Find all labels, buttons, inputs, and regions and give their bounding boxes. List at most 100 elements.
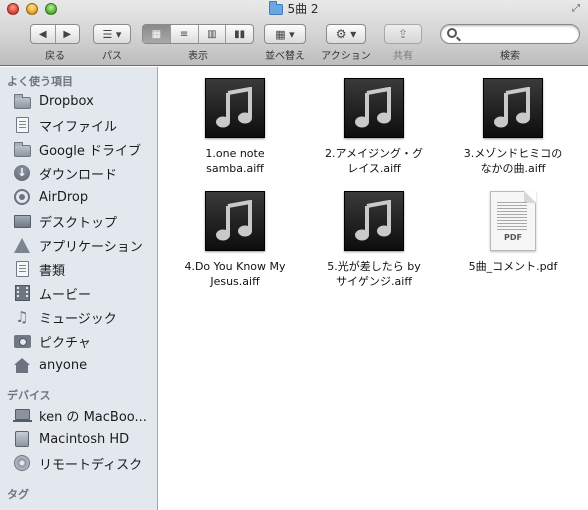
sidebar-item-label: Macintosh HD: [39, 431, 130, 447]
folder-icon: [13, 141, 31, 157]
file-name: 4.Do You Know My Jesus.aiff: [184, 260, 286, 288]
sidebar-item-airdrop[interactable]: AirDrop: [13, 186, 153, 208]
file-item[interactable]: 3.メゾンドヒミコの なかの曲.aiff: [448, 78, 578, 176]
file-name: 2.アメイジング・グ レイス.aiff: [325, 147, 423, 175]
sidebar-item-label: anyone: [39, 357, 88, 373]
list-icon: ≡: [179, 28, 189, 40]
pdf-badge: PDF: [504, 233, 522, 242]
file-item[interactable]: 4.Do You Know My Jesus.aiff: [170, 191, 300, 289]
file-item[interactable]: 5.光が差したら by サイゲンジ.aiff: [309, 191, 439, 289]
sidebar-item-label: デスクトップ: [39, 215, 118, 231]
share-icon: ⇪: [397, 27, 409, 41]
action-label: アクション: [321, 51, 371, 62]
laptop-icon: [13, 407, 32, 423]
icon-view-button[interactable]: ▦: [143, 25, 171, 43]
folder-icon: [269, 0, 284, 15]
sidebar-item-label: ミュージック: [39, 311, 117, 327]
music-file-icon: [344, 78, 404, 138]
sidebar-item-home[interactable]: anyone: [13, 354, 153, 376]
music-icon: ♫: [15, 308, 29, 326]
column-view-button[interactable]: ▥: [199, 25, 227, 43]
search-icon: [447, 28, 457, 38]
music-file-icon: [205, 191, 265, 251]
applications-icon: [13, 237, 31, 253]
window-title: 5曲 2: [287, 2, 319, 16]
file-name: 1.one note samba.aiff: [205, 147, 265, 175]
arrange-button[interactable]: ▦ ▾: [264, 24, 306, 44]
sidebar-item-macintosh-hd[interactable]: Macintosh HD: [13, 428, 153, 450]
back-button[interactable]: ◀: [31, 25, 56, 43]
devices-heading: デバイス: [7, 389, 51, 402]
hard-drive-icon: [13, 431, 31, 447]
sidebar-item-desktop[interactable]: デスクトップ: [13, 210, 153, 232]
close-window-button[interactable]: [7, 3, 19, 15]
file-item[interactable]: PDF 5曲_コメント.pdf: [448, 191, 578, 274]
zoom-window-button[interactable]: [45, 3, 57, 15]
arrange-label: 並べ替え: [265, 51, 305, 62]
action-button[interactable]: ⚙ ▾: [326, 24, 366, 44]
folder-icon: [13, 93, 31, 109]
search-input[interactable]: [440, 24, 580, 44]
sidebar-item-movies[interactable]: ムービー: [13, 282, 153, 304]
chevron-right-icon: ▶: [63, 28, 72, 40]
file-name: 5曲_コメント.pdf: [468, 260, 558, 273]
file-name: 3.メゾンドヒミコの なかの曲.aiff: [463, 147, 563, 175]
chevron-left-icon: ◀: [38, 28, 47, 40]
sidebar-item-label: Google ドライブ: [39, 143, 141, 159]
documents-icon: [13, 261, 31, 277]
sidebar-item-label: ken の MacBoo...: [39, 409, 147, 425]
back-forward-control: ◀ ▶: [30, 24, 80, 44]
share-button[interactable]: ⇪: [384, 24, 422, 44]
sidebar-item-downloads[interactable]: ↓ ダウンロード: [13, 162, 153, 184]
sidebar-item-label: ダウンロード: [39, 167, 118, 183]
file-item[interactable]: 1.one note samba.aiff: [170, 78, 300, 176]
coverflow-view-button[interactable]: ▮▮: [226, 25, 253, 43]
search-label: 検索: [500, 51, 520, 62]
minimize-window-button[interactable]: [26, 3, 38, 15]
sidebar-item-label: リモートディスク: [39, 457, 143, 473]
favorites-heading: よく使う項目: [7, 75, 73, 88]
sidebar-item-label: AirDrop: [39, 189, 89, 205]
columns-icon: ▥: [207, 28, 217, 40]
download-icon: ↓: [13, 165, 31, 181]
sidebar-item-pictures[interactable]: ピクチャ: [13, 330, 153, 352]
sidebar-item-label: ムービー: [39, 287, 92, 303]
sidebar-item-music[interactable]: ♫ ミュージック: [13, 306, 153, 328]
path-icon: ☰ ▾: [102, 27, 122, 41]
sidebar-item-applications[interactable]: アプリケーション: [13, 234, 153, 256]
music-file-icon: [205, 78, 265, 138]
sidebar-item-label: マイファイル: [39, 119, 118, 135]
file-item[interactable]: 2.アメイジング・グ レイス.aiff: [309, 78, 439, 176]
sidebar-item-label: 書類: [39, 263, 66, 279]
pictures-icon: [13, 333, 31, 349]
sidebar-item-my-files[interactable]: マイファイル: [13, 114, 153, 136]
file-name: 5.光が差したら by サイゲンジ.aiff: [327, 260, 421, 288]
remote-disc-icon: [13, 455, 31, 471]
list-view-button[interactable]: ≡: [171, 25, 199, 43]
sidebar-item-macbook[interactable]: ken の MacBoo...: [13, 404, 153, 426]
coverflow-icon: ▮▮: [234, 28, 246, 40]
window-toolbar: 5曲 2 ⤢ ◀ ▶ 戻る ☰ ▾ パス ▦ ≡ ▥ ▮▮ 表示 ▦ ▾ 並べ替…: [0, 0, 588, 66]
sidebar: よく使う項目 Dropbox マイファイル Google ドライブ ↓ ダウンロ…: [0, 67, 158, 510]
tags-heading: タグ: [7, 488, 29, 501]
desktop-icon: [13, 213, 31, 229]
sidebar-item-documents[interactable]: 書類: [13, 258, 153, 280]
music-file-icon: [344, 191, 404, 251]
airdrop-icon: [13, 189, 31, 205]
gear-icon: ⚙ ▾: [335, 27, 357, 41]
share-label: 共有: [393, 51, 413, 62]
movies-icon: [13, 285, 31, 301]
path-label: パス: [102, 51, 122, 62]
home-icon: [13, 357, 31, 373]
sidebar-item-google-drive[interactable]: Google ドライブ: [13, 138, 153, 160]
path-button[interactable]: ☰ ▾: [93, 24, 131, 44]
sidebar-item-label: ピクチャ: [39, 335, 91, 351]
arrange-icon: ▦ ▾: [275, 27, 295, 41]
forward-button[interactable]: ▶: [56, 25, 80, 43]
music-file-icon: [483, 78, 543, 138]
sidebar-item-remote-disc[interactable]: リモートディスク: [13, 452, 153, 474]
sidebar-item-dropbox[interactable]: Dropbox: [13, 90, 153, 112]
fullscreen-icon[interactable]: ⤢: [570, 3, 582, 15]
window-title-bar: 5曲 2: [0, 0, 588, 18]
view-label: 表示: [188, 51, 208, 62]
